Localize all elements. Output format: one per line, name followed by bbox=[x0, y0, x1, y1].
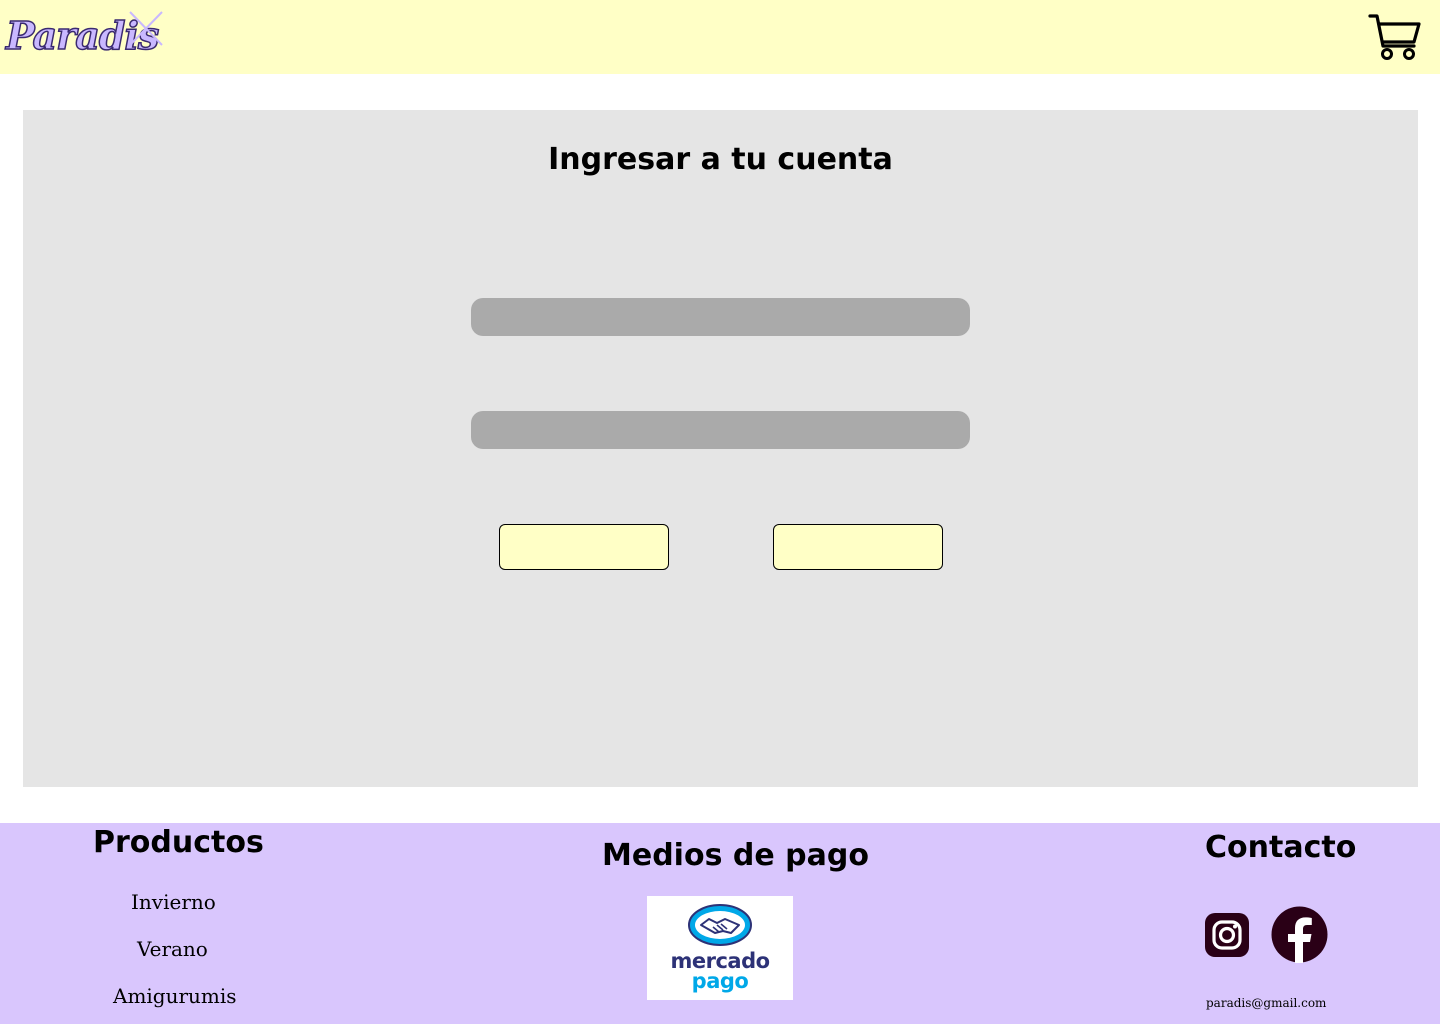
contact-heading: Contacto bbox=[1205, 830, 1357, 865]
password-input[interactable] bbox=[471, 411, 970, 449]
username-input[interactable] bbox=[471, 298, 970, 336]
facebook-icon[interactable] bbox=[1271, 906, 1328, 963]
header: Paradis bbox=[0, 0, 1440, 74]
login-card: Ingresar a tu cuenta bbox=[23, 110, 1418, 787]
register-button[interactable] bbox=[773, 524, 943, 570]
handshake-icon bbox=[688, 904, 752, 946]
footer-link-amigurumis[interactable]: Amigurumis bbox=[113, 984, 237, 1008]
instagram-icon[interactable] bbox=[1205, 913, 1249, 957]
contact-email[interactable]: paradis@gmail.com bbox=[1206, 996, 1326, 1010]
login-title: Ingresar a tu cuenta bbox=[548, 142, 893, 177]
close-icon[interactable] bbox=[125, 8, 165, 48]
footer: Productos Invierno Verano Amigurumis Med… bbox=[0, 823, 1440, 1024]
productos-heading: Productos bbox=[93, 825, 264, 860]
mercado-pago-logo: mercado pago bbox=[647, 896, 793, 1000]
cart-icon[interactable] bbox=[1368, 12, 1422, 62]
mercado-pago-word-2: pago bbox=[691, 969, 749, 993]
payment-heading: Medios de pago bbox=[602, 838, 869, 873]
footer-link-verano[interactable]: Verano bbox=[137, 937, 208, 961]
login-button[interactable] bbox=[499, 524, 669, 570]
footer-link-invierno[interactable]: Invierno bbox=[131, 890, 216, 914]
